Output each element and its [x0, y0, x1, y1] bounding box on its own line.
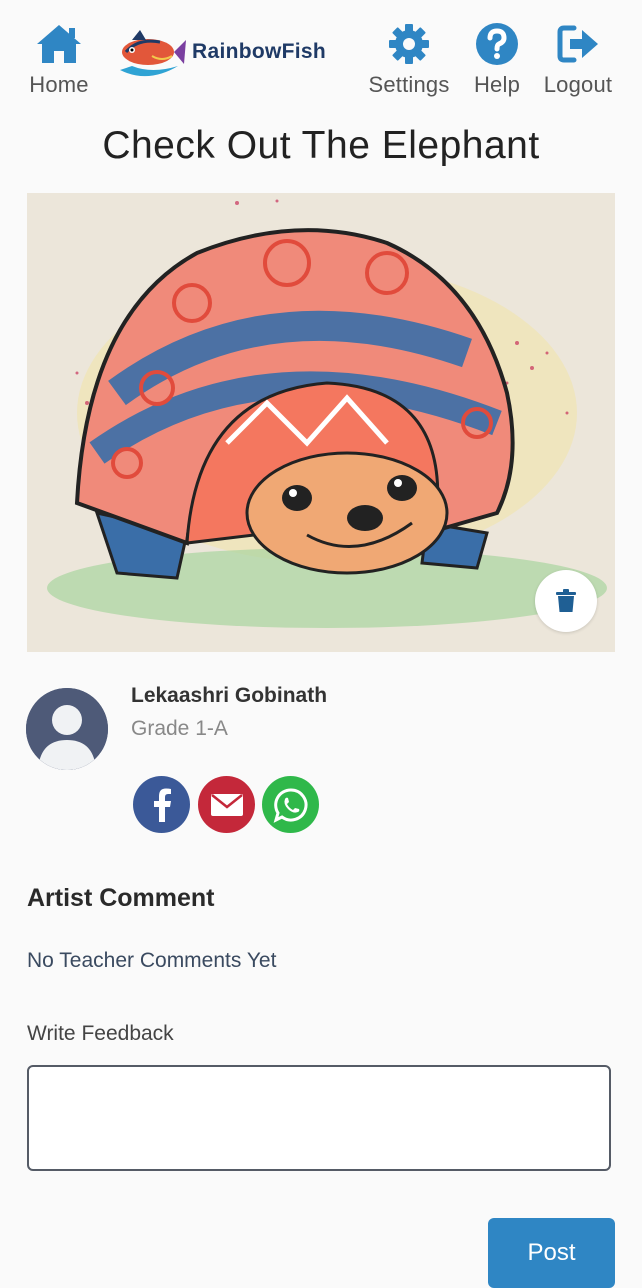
- feedback-input[interactable]: [27, 1065, 611, 1171]
- artist-name: Lekaashri Gobinath: [131, 684, 328, 707]
- fish-logo-icon: [120, 30, 186, 77]
- help-icon: [476, 23, 518, 65]
- avatar: [26, 688, 108, 770]
- brand-name: RainbowFish: [192, 40, 326, 63]
- nav-help[interactable]: Help: [470, 22, 524, 98]
- artist-comment-heading: Artist Comment: [27, 884, 215, 912]
- gear-icon: [389, 24, 429, 64]
- share-whatsapp-button[interactable]: [262, 776, 319, 833]
- delete-button[interactable]: [535, 570, 597, 632]
- feedback-label: Write Feedback: [27, 1022, 174, 1045]
- nav-logout[interactable]: Logout: [540, 22, 616, 98]
- nav-settings-label: Settings: [368, 72, 450, 97]
- email-icon: [210, 793, 243, 816]
- share-facebook-button[interactable]: [133, 776, 190, 833]
- logout-icon: [557, 25, 598, 63]
- whatsapp-icon: [273, 787, 307, 823]
- artwork-image: [27, 193, 615, 652]
- share-email-button[interactable]: [198, 776, 255, 833]
- facebook-icon: [153, 788, 171, 822]
- nav-home[interactable]: Home: [26, 22, 92, 98]
- page-title: Check Out The Elephant: [102, 124, 540, 167]
- trash-icon: [556, 589, 576, 612]
- brand-logo[interactable]: RainbowFish: [112, 26, 344, 82]
- nav-settings[interactable]: Settings: [364, 22, 454, 98]
- home-icon: [37, 25, 81, 63]
- no-comments-text: No Teacher Comments Yet: [27, 949, 277, 972]
- nav-logout-label: Logout: [543, 72, 613, 97]
- nav-help-label: Help: [473, 72, 521, 97]
- nav-home-label: Home: [29, 72, 89, 97]
- artist-grade: Grade 1-A: [131, 717, 228, 740]
- post-button[interactable]: Post: [488, 1218, 615, 1288]
